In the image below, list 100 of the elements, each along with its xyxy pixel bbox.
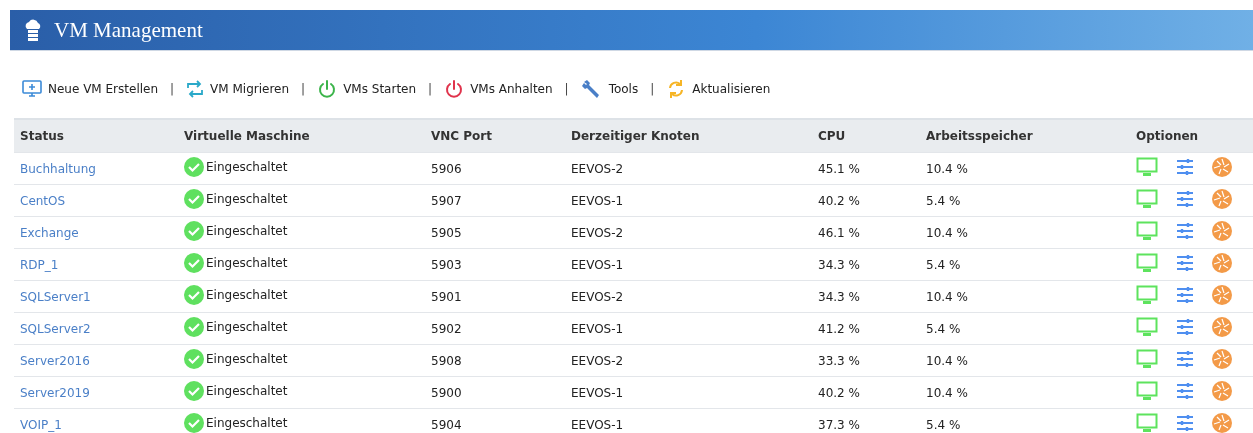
table-cell: 40.2 % — [818, 385, 860, 400]
vm-name-link[interactable]: Exchange — [20, 225, 79, 240]
aperture-icon[interactable] — [1212, 157, 1232, 177]
table-cell: 45.1 % — [818, 161, 860, 176]
table-cell: 10.4 % — [926, 161, 968, 176]
aperture-icon[interactable] — [1212, 413, 1232, 433]
refresh-button[interactable]: Aktualisieren — [666, 79, 771, 99]
table-cell: EEVOS-2 — [571, 225, 624, 240]
separator-text: | — [428, 82, 433, 96]
page-title: VM Management — [54, 17, 203, 43]
monitor-icon[interactable] — [1136, 381, 1158, 401]
aperture-icon[interactable] — [1212, 381, 1232, 401]
table-cell: 10.4 % — [926, 225, 968, 240]
aperture-icon[interactable] — [1212, 285, 1232, 305]
table-cell: 34.3 % — [818, 289, 860, 304]
table-cell: EEVOS-1 — [571, 321, 624, 336]
status-text: Eingeschaltet — [206, 352, 288, 366]
status-text: Eingeschaltet — [206, 288, 288, 302]
column-header: CPU — [812, 119, 920, 153]
sliders-icon[interactable] — [1176, 318, 1194, 336]
tools-button[interactable]: Tools — [580, 78, 639, 100]
monitor-icon[interactable] — [1136, 253, 1158, 273]
table-cell: 40.2 % — [818, 193, 860, 208]
start-button[interactable]: VMs Starten — [317, 79, 417, 99]
table-cell: EEVOS-1 — [571, 417, 624, 432]
aperture-icon[interactable] — [1212, 317, 1232, 337]
table-cell: 5907 — [431, 193, 462, 208]
column-header: Optionen — [1130, 119, 1253, 153]
separator-text: | — [301, 82, 306, 96]
separator-text: | — [170, 82, 175, 96]
power-icon — [444, 79, 465, 99]
monitor-icon[interactable] — [1136, 317, 1158, 337]
column-header: Status — [14, 119, 178, 153]
status-text: Eingeschaltet — [206, 256, 288, 270]
status-text: Eingeschaltet — [206, 160, 288, 174]
table-cell: EEVOS-1 — [571, 193, 624, 208]
table-cell: 5902 — [431, 321, 462, 336]
column-header: Derzeitiger Knoten — [565, 119, 812, 153]
table-cell: 5.4 % — [926, 321, 961, 336]
monitor-icon[interactable] — [1136, 189, 1158, 209]
table-cell: 5905 — [431, 225, 462, 240]
aperture-icon[interactable] — [1212, 189, 1232, 209]
aperture-icon[interactable] — [1212, 253, 1232, 273]
table-cell: EEVOS-1 — [571, 385, 624, 400]
table-cell: 10.4 % — [926, 289, 968, 304]
vm-name-link[interactable]: SQLServer2 — [20, 321, 91, 336]
monitor-icon[interactable] — [1136, 285, 1158, 305]
column-header: Arbeitsspeicher — [920, 119, 1130, 153]
sliders-icon[interactable] — [1176, 350, 1194, 368]
separator-text: | — [564, 82, 569, 96]
table-cell: 5900 — [431, 385, 462, 400]
monitor-icon[interactable] — [1136, 221, 1158, 241]
table-cell: 5.4 % — [926, 257, 961, 272]
sliders-icon[interactable] — [1176, 190, 1194, 208]
status-text: Eingeschaltet — [206, 192, 288, 206]
table-cell: 5908 — [431, 353, 462, 368]
status-text: Eingeschaltet — [206, 416, 288, 430]
separator-text: | — [650, 82, 655, 96]
vm-name-link[interactable]: Server2016 — [20, 353, 90, 368]
status-text: Eingeschaltet — [206, 384, 288, 398]
status-text: Eingeschaltet — [206, 224, 288, 238]
aperture-icon[interactable] — [1212, 221, 1232, 241]
vm-name-link[interactable]: Server2019 — [20, 385, 90, 400]
migrate-button[interactable]: VM Migrieren — [186, 80, 290, 98]
table-cell: EEVOS-2 — [571, 353, 624, 368]
table-cell: 10.4 % — [926, 353, 968, 368]
sliders-icon[interactable] — [1176, 286, 1194, 304]
monitor-icon[interactable] — [1136, 413, 1158, 433]
table-cell: 46.1 % — [818, 225, 860, 240]
table-cell: 10.4 % — [926, 385, 968, 400]
table-cell: 5904 — [431, 417, 462, 432]
sliders-icon[interactable] — [1176, 158, 1194, 176]
sliders-icon[interactable] — [1176, 382, 1194, 400]
create-button[interactable]: Neue VM Erstellen — [22, 80, 159, 98]
monitor-icon[interactable] — [1136, 349, 1158, 369]
table-cell: EEVOS-1 — [571, 257, 624, 272]
monitor-icon[interactable] — [1136, 157, 1158, 177]
vm-name-link[interactable]: CentOS — [20, 193, 66, 208]
table-cell: 5.4 % — [926, 193, 961, 208]
sliders-icon[interactable] — [1176, 254, 1194, 272]
table-cell: 34.3 % — [818, 257, 860, 272]
status-text: Eingeschaltet — [206, 320, 288, 334]
stop-button[interactable]: VMs Anhalten — [444, 79, 553, 99]
vm-name-link[interactable]: RDP_1 — [20, 257, 59, 272]
table-cell: 5901 — [431, 289, 462, 304]
aperture-icon[interactable] — [1212, 349, 1232, 369]
column-header: VNC Port — [425, 119, 565, 153]
vm-name-link[interactable]: VOIP_1 — [20, 417, 62, 432]
monitor-plus-icon — [22, 80, 42, 98]
power-icon — [317, 79, 338, 99]
sliders-icon[interactable] — [1176, 414, 1194, 432]
table-cell: EEVOS-2 — [571, 289, 624, 304]
sliders-icon[interactable] — [1176, 222, 1194, 240]
swap-arrows-icon — [186, 80, 205, 98]
table-cell: 33.3 % — [818, 353, 860, 368]
vm-name-link[interactable]: Buchhaltung — [20, 161, 96, 176]
table-cell: 5906 — [431, 161, 462, 176]
column-header: Virtuelle Maschine — [178, 119, 425, 153]
vm-name-link[interactable]: SQLServer1 — [20, 289, 91, 304]
table-cell: 5.4 % — [926, 417, 961, 432]
